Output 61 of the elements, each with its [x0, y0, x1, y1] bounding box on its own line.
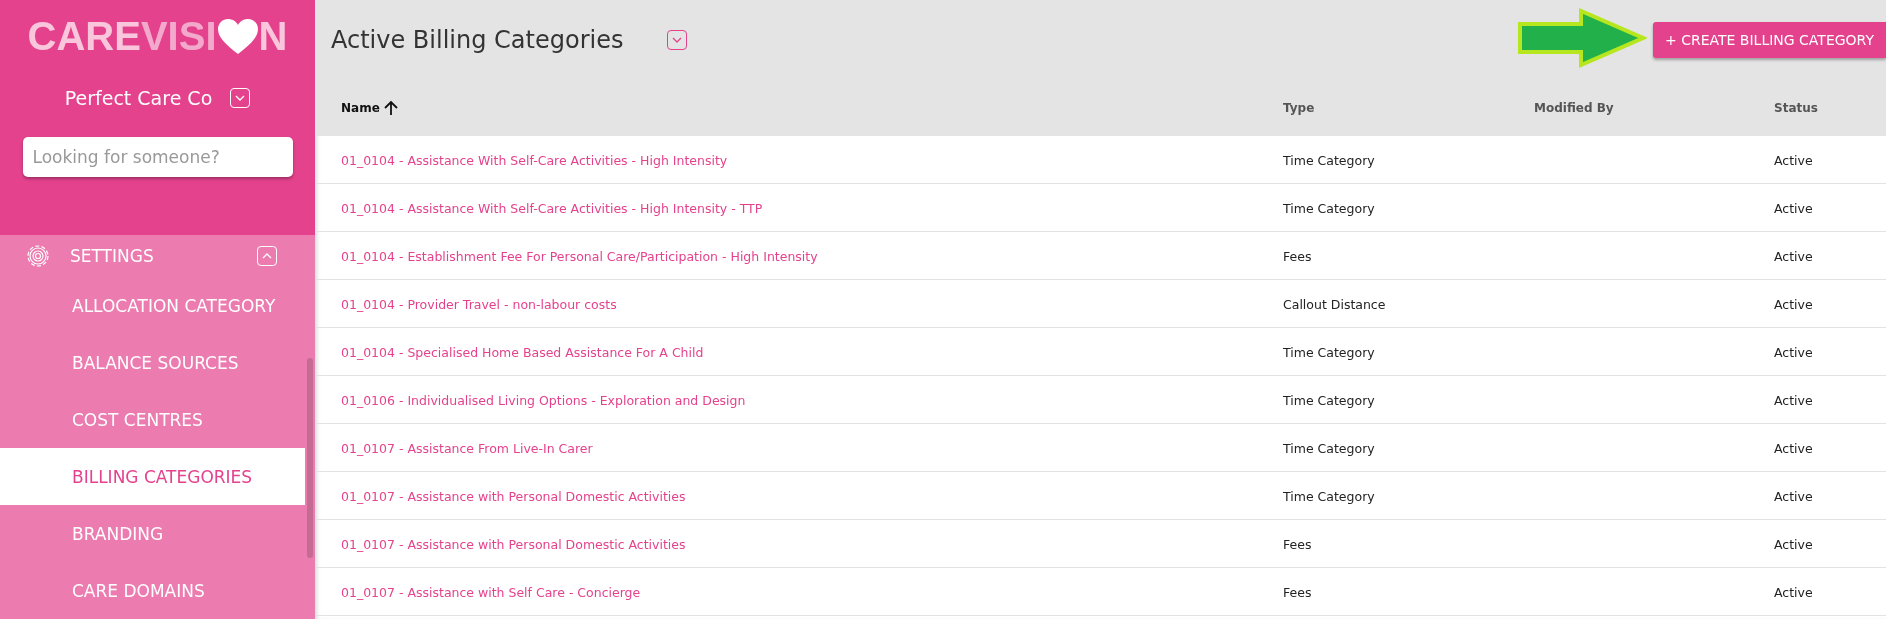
chevron-icon — [671, 36, 684, 44]
table-cell: Active — [1774, 249, 1813, 264]
create-button[interactable]: + CREATE BILLING CATEGORY — [1653, 22, 1886, 58]
table-cell: Fees — [1283, 537, 1312, 552]
category-link[interactable]: 01_0104 - Assistance With Self-Care Activities - High Intensity — [341, 153, 728, 168]
table-cell: Active — [1774, 441, 1813, 456]
column-header[interactable]: Modified By — [1534, 101, 1774, 115]
table-cell: Active — [1774, 393, 1813, 408]
category-link[interactable]: 01_0107 - Assistance with Personal Domestic Activities — [341, 489, 686, 504]
table-cell: Active — [1774, 201, 1813, 216]
category-link[interactable]: 01_0104 - Assistance With Self-Care Activities - High Intensity - TTP — [341, 201, 763, 216]
column-header[interactable]: Status — [1774, 101, 1886, 115]
page-title: Active Billing Categories — [331, 26, 624, 54]
table-cell: Fees — [1283, 249, 1312, 264]
organisation-name: Perfect Care Co — [64, 87, 213, 109]
category-link[interactable]: 01_0107 - Assistance From Live-In Carer — [341, 441, 593, 456]
column-label: Status — [1774, 101, 1818, 115]
column-label: Type — [1283, 101, 1315, 115]
chevron-icon — [261, 252, 273, 260]
category-link[interactable]: 01_0104 - Specialised Home Based Assistance For A Child — [341, 345, 704, 360]
table-cell: Active — [1774, 345, 1813, 360]
category-link[interactable]: 01_0104 - Provider Travel - non-labour costs — [341, 297, 617, 312]
table-cell: Active — [1774, 153, 1813, 168]
table-cell: Time Category — [1283, 153, 1375, 168]
logo-text: VISI — [140, 14, 217, 59]
category-link[interactable]: 01_0107 - Assistance with Self Care - Concierge — [341, 585, 641, 600]
logo-text: N — [258, 14, 288, 59]
table-cell: Callout Distance — [1283, 297, 1386, 312]
menu-item[interactable]: BRANDING — [0, 505, 305, 562]
column-header[interactable]: Type — [1283, 101, 1534, 115]
table-cell: Active — [1774, 489, 1813, 504]
scrollbar[interactable] — [307, 358, 313, 558]
gear-icon — [24, 242, 52, 270]
sort-arrow-icon — [383, 100, 398, 116]
category-link[interactable]: 01_0107 - Assistance with Personal Domestic Activities — [341, 537, 686, 552]
menu-item[interactable]: COST CENTRES — [0, 391, 305, 448]
menu-item[interactable]: BALANCE SOURCES — [0, 334, 305, 391]
table-cell: Time Category — [1283, 201, 1375, 216]
heart-icon — [216, 17, 259, 56]
logo-text: CARE — [27, 14, 141, 59]
chevron-icon — [234, 94, 247, 102]
column-header[interactable]: Name — [341, 100, 1283, 116]
table-cell: Fees — [1283, 585, 1312, 600]
menu-item[interactable]: BILLING CATEGORIES — [0, 448, 305, 505]
table-cell: Time Category — [1283, 393, 1375, 408]
category-link[interactable]: 01_0106 - Individualised Living Options - Exploration and Design — [341, 393, 746, 408]
search-field[interactable]: Looking for someone? — [22, 137, 293, 177]
table-cell: Time Category — [1283, 345, 1375, 360]
menu-section-label[interactable]: SETTINGS — [70, 246, 257, 266]
column-label: Modified By — [1534, 101, 1614, 115]
table-cell: Active — [1774, 537, 1813, 552]
menu-item[interactable]: CARE DOMAINS — [0, 562, 305, 619]
category-link[interactable]: 01_0104 - Establishment Fee For Personal Care/Participation - High Intensity — [341, 249, 818, 264]
dropdown-toggle[interactable] — [667, 30, 688, 50]
table-cell: Time Category — [1283, 441, 1375, 456]
table-cell: Active — [1774, 585, 1813, 600]
table-cell: Active — [1774, 297, 1813, 312]
table-cell: Time Category — [1283, 489, 1375, 504]
column-label: Name — [341, 101, 380, 115]
collapse-toggle[interactable] — [257, 246, 277, 266]
menu-item[interactable]: ALLOCATION CATEGORY — [0, 277, 305, 334]
